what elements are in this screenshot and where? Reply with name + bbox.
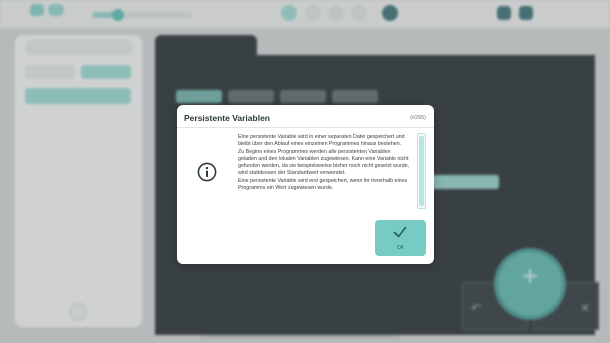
- checkmark-icon: [393, 226, 407, 238]
- dialog-scrollbar-thumb[interactable]: [419, 136, 424, 206]
- dialog-message: Eine persistente Variable wird in einer …: [238, 134, 410, 191]
- info-icon: [197, 162, 217, 182]
- dialog-title: Persistente Variablen: [184, 113, 270, 123]
- dialog-scrollbar[interactable]: [417, 133, 426, 209]
- ok-button-label: OK: [396, 245, 405, 251]
- dialog-id: (#295): [410, 115, 426, 121]
- ok-button[interactable]: OK: [375, 220, 426, 256]
- persistent-variables-dialog: Persistente Variablen (#295) Eine persis…: [177, 105, 434, 264]
- dialog-divider: [177, 127, 434, 128]
